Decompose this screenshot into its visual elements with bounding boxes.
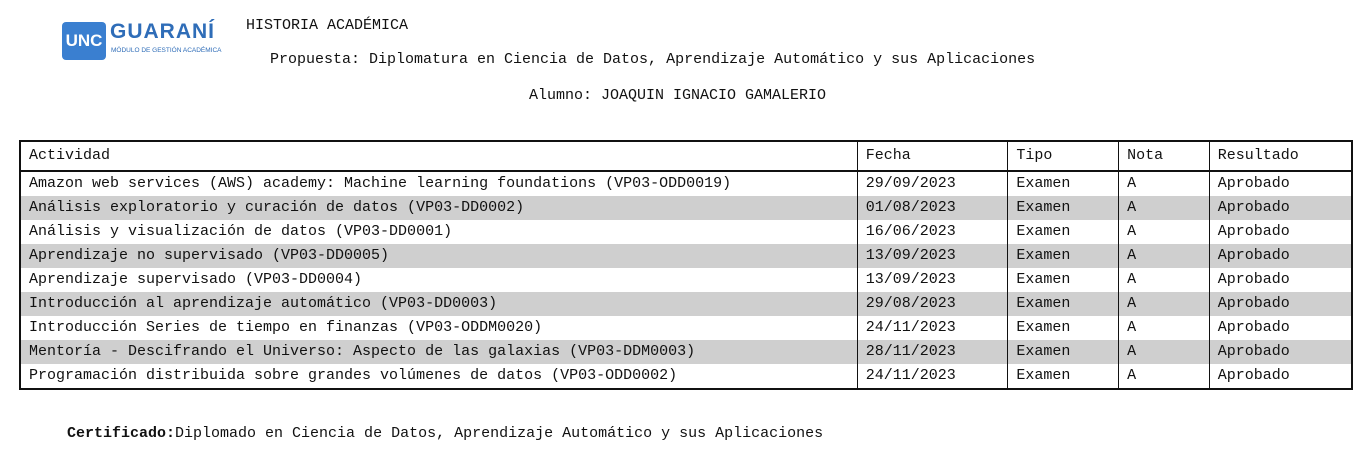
- cell-actividad: Mentoría - Descifrando el Universo: Aspe…: [20, 340, 858, 364]
- cell-nota: A: [1118, 316, 1210, 340]
- table-row: Mentoría - Descifrando el Universo: Aspe…: [20, 340, 1352, 364]
- cell-tipo: Examen: [1007, 220, 1120, 244]
- cell-tipo: Examen: [1007, 292, 1120, 316]
- cell-tipo: Examen: [1007, 268, 1120, 292]
- cell-resultado: Aprobado: [1209, 292, 1352, 316]
- cell-fecha: 24/11/2023: [857, 316, 1009, 340]
- cell-actividad: Análisis exploratorio y curación de dato…: [20, 196, 858, 220]
- cell-fecha: 01/08/2023: [857, 196, 1009, 220]
- cell-fecha: 16/06/2023: [857, 220, 1009, 244]
- table-row: Aprendizaje no supervisado (VP03-DD0005)…: [20, 244, 1352, 268]
- cell-actividad: Análisis y visualización de datos (VP03-…: [20, 220, 858, 244]
- cell-tipo: Examen: [1007, 340, 1120, 364]
- table-row: Aprendizaje supervisado (VP03-DD0004) 13/…: [20, 268, 1352, 292]
- cell-fecha: 13/09/2023: [857, 268, 1009, 292]
- cell-actividad: Programación distribuida sobre grandes v…: [20, 364, 858, 389]
- cell-resultado: Aprobado: [1209, 196, 1352, 220]
- academic-history-table: Actividad Fecha Tipo Nota Resultado Amaz…: [19, 140, 1353, 390]
- student-line: Alumno: JOAQUIN IGNACIO GAMALERIO: [529, 87, 827, 104]
- table-header-row: Actividad Fecha Tipo Nota Resultado: [20, 141, 1352, 172]
- cell-nota: A: [1118, 171, 1210, 196]
- cell-fecha: 28/11/2023: [857, 340, 1009, 364]
- logo-name: GUARANÍ: [110, 20, 215, 43]
- unc-badge: UNC: [62, 22, 106, 60]
- cell-fecha: 13/09/2023: [857, 244, 1009, 268]
- cell-tipo: Examen: [1007, 316, 1120, 340]
- certificate-value: Diplomado en Ciencia de Datos, Aprendiza…: [175, 425, 824, 442]
- table-row: Amazon web services (AWS) academy: Machi…: [20, 171, 1352, 196]
- table-row: Introducción Series de tiempo en finanza…: [20, 316, 1352, 340]
- cell-actividad: Introducción al aprendizaje automático (…: [20, 292, 858, 316]
- cell-resultado: Aprobado: [1209, 340, 1352, 364]
- column-header-actividad: Actividad: [20, 141, 858, 172]
- cell-resultado: Aprobado: [1217, 223, 1290, 240]
- cell-nota: A: [1118, 364, 1210, 389]
- cell-nota: A: [1118, 196, 1210, 220]
- cell-tipo: Examen: [1007, 196, 1120, 220]
- cell-actividad: Amazon web services (AWS) academy: Machi…: [20, 171, 858, 196]
- cell-resultado: Aprobado: [1217, 367, 1290, 384]
- cell-nota: A: [1118, 268, 1210, 292]
- cell-fecha: 24/11/2023: [857, 364, 1009, 389]
- certificate-line: Certificado:Diplomado en Ciencia de Dato…: [67, 425, 823, 442]
- cell-nota: A: [1118, 340, 1210, 364]
- cell-tipo: Examen: [1007, 244, 1120, 268]
- column-header-resultado: Resultado: [1209, 141, 1352, 172]
- page-title: HISTORIA ACADÉMICA: [246, 17, 409, 34]
- cell-fecha: 29/08/2023: [857, 292, 1009, 316]
- cell-tipo: Examen: [1007, 364, 1120, 389]
- cell-resultado: Aprobado: [1217, 271, 1290, 288]
- table-row: Análisis y visualización de datos (VP03-…: [20, 220, 1352, 244]
- cell-nota: A: [1118, 292, 1210, 316]
- logo-subtitle: MÓDULO DE GESTIÓN ACADÉMICA: [111, 47, 222, 54]
- propuesta-line: Propuesta: Diplomatura en Ciencia de Dat…: [270, 51, 1036, 68]
- certificate-label: Certificado:: [67, 425, 176, 442]
- column-header-nota: Nota: [1118, 141, 1210, 172]
- cell-nota: A: [1118, 244, 1210, 268]
- column-header-fecha: Fecha: [857, 141, 1009, 172]
- cell-actividad: Aprendizaje supervisado (VP03-DD0004): [20, 268, 858, 292]
- cell-actividad: Aprendizaje no supervisado (VP03-DD0005): [20, 244, 858, 268]
- cell-resultado: Aprobado: [1217, 175, 1290, 192]
- cell-nota: A: [1118, 220, 1210, 244]
- cell-fecha: 29/09/2023: [857, 171, 1009, 196]
- column-header-tipo: Tipo: [1007, 141, 1120, 172]
- table-row: Programación distribuida sobre grandes v…: [20, 364, 1352, 389]
- guarani-logo: UNC GUARANÍ MÓDULO DE GESTIÓN ACADÉMICA: [62, 20, 232, 62]
- cell-tipo: Examen: [1007, 171, 1120, 196]
- cell-actividad: Introducción Series de tiempo en finanza…: [20, 316, 858, 340]
- table-row: Análisis exploratorio y curación de dato…: [20, 196, 1352, 220]
- cell-resultado: Aprobado: [1217, 319, 1290, 336]
- cell-resultado: Aprobado: [1209, 244, 1352, 268]
- table-row: Introducción al aprendizaje automático (…: [20, 292, 1352, 316]
